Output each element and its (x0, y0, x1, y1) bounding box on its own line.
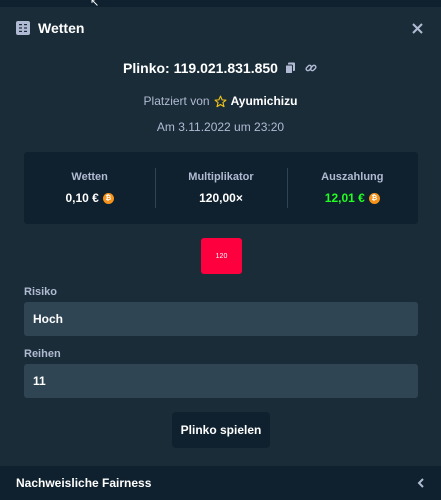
bet-slip-icon (16, 21, 30, 35)
chevron-left-icon (417, 478, 424, 488)
bet-date: Am 3.11.2022 um 23:20 (156, 120, 285, 134)
star-icon (214, 95, 227, 107)
close-button[interactable] (409, 20, 425, 36)
payout-label: Auszahlung (321, 171, 384, 183)
link-icon[interactable] (304, 61, 318, 75)
multiplier-label: Multiplikator (188, 171, 254, 183)
modal-header: Wetten (0, 7, 441, 49)
risk-label: Risiko (24, 286, 58, 298)
provably-fair-toggle[interactable]: Nachweisliche Fairness (0, 466, 441, 500)
top-strip (0, 0, 441, 7)
bet-details-modal: ↖ Wetten Plinko: 119.021.831.850 Platzie… (0, 0, 441, 500)
game-id: Plinko: 119.021.831.850 (123, 60, 278, 76)
modal-title: Wetten (38, 20, 85, 36)
payout-value-row: 12,01 € ₿ (325, 191, 380, 205)
provably-fair-label: Nachweisliche Fairness (16, 476, 152, 490)
game-id-row: Plinko: 119.021.831.850 (0, 58, 441, 78)
risk-field[interactable]: Hoch (24, 302, 418, 336)
bet-stats-panel: Wetten 0,10 € ₿ Multiplikator 120,00× Au… (24, 152, 418, 224)
placed-by-label: Platziert von (143, 94, 210, 108)
bet-label: Wetten (71, 171, 108, 183)
placed-by-row: Platziert von Ayumichizu (0, 92, 441, 110)
username-link[interactable]: Ayumichizu (231, 94, 298, 108)
plinko-result-slot: 120 (201, 238, 242, 274)
play-plinko-button[interactable]: Plinko spielen (172, 412, 270, 448)
bet-value: 0,10 € (65, 191, 99, 205)
stat-bet: Wetten 0,10 € ₿ (24, 152, 155, 224)
bitcoin-icon: ₿ (102, 192, 114, 204)
payout-value: 12,01 € (324, 191, 365, 205)
stat-payout: Auszahlung 12,01 € ₿ (286, 152, 418, 224)
rows-field[interactable]: 11 (24, 364, 418, 398)
bitcoin-icon: ₿ (368, 192, 380, 204)
multiplier-value: 120,00× (199, 191, 243, 205)
rows-label: Reihen (24, 348, 61, 360)
copy-icon[interactable] (284, 61, 298, 75)
close-icon (411, 22, 423, 34)
bet-value-row: 0,10 € ₿ (65, 191, 114, 205)
stat-multiplier: Multiplikator 120,00× (155, 152, 286, 224)
